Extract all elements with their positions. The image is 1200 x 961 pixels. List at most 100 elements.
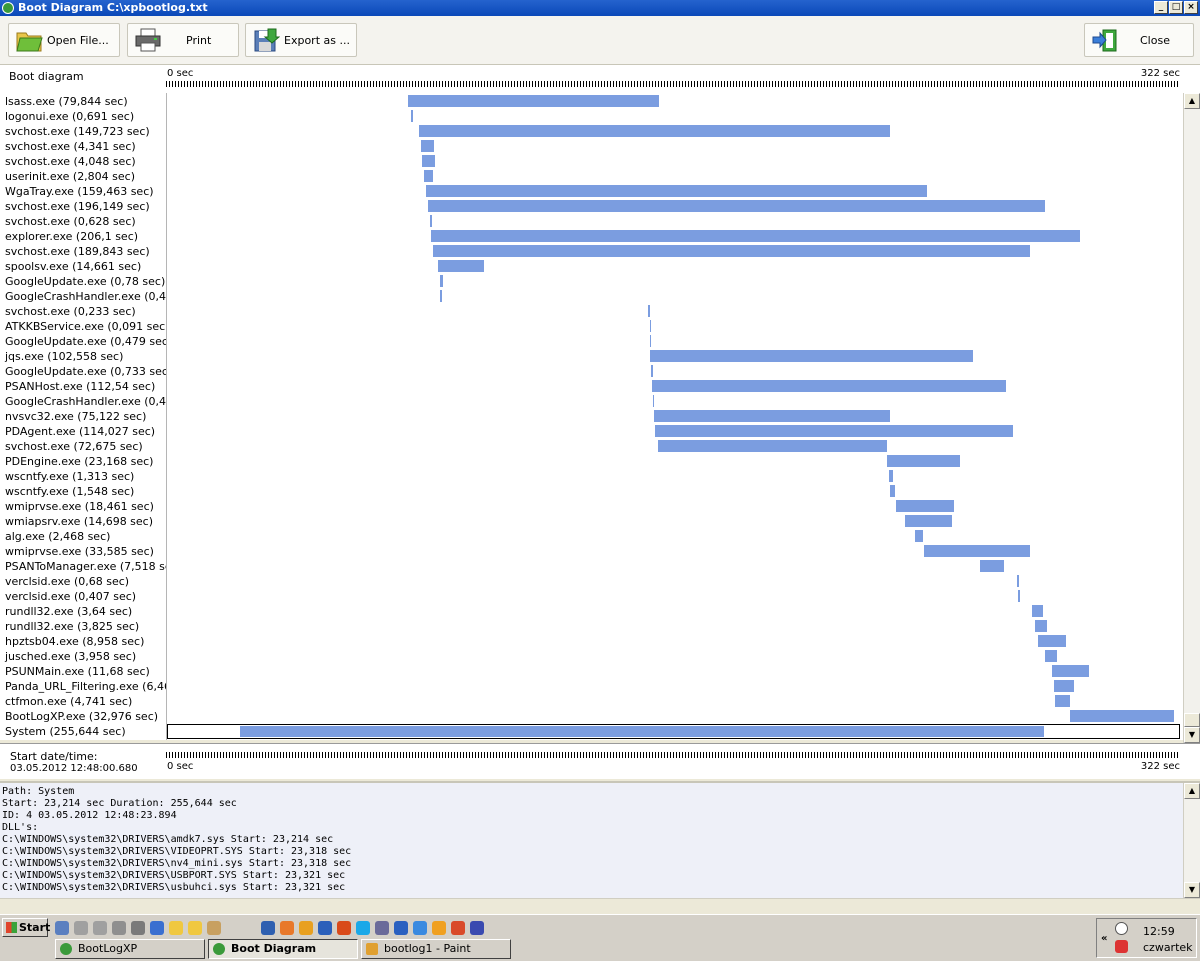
process-label[interactable]: svchost.exe (4,048 sec) <box>5 154 136 169</box>
sun-icon[interactable] <box>299 921 313 935</box>
process-bar[interactable] <box>648 305 650 317</box>
process-label[interactable]: userinit.exe (2,804 sec) <box>5 169 135 184</box>
process-bar[interactable] <box>914 530 923 542</box>
process-label[interactable]: jqs.exe (102,558 sec) <box>5 349 123 364</box>
process-bar[interactable] <box>896 500 955 512</box>
process-label[interactable]: svchost.exe (196,149 sec) <box>5 199 150 214</box>
process-label[interactable]: PSANToManager.exe (7,518 sec) <box>5 559 166 574</box>
process-bar[interactable] <box>1017 575 1020 587</box>
process-bar[interactable] <box>650 350 973 362</box>
process-bar[interactable] <box>652 395 655 407</box>
process-bar[interactable] <box>1069 710 1174 722</box>
process-bar[interactable] <box>437 260 484 272</box>
process-bar[interactable] <box>924 545 1030 557</box>
process-bar[interactable] <box>440 290 442 302</box>
process-bar[interactable] <box>980 560 1004 572</box>
process-bar[interactable] <box>432 245 1030 257</box>
print-button[interactable]: Print <box>127 23 239 57</box>
minimize-button[interactable]: _ <box>1154 1 1168 14</box>
cat-icon[interactable] <box>207 921 221 935</box>
process-bar[interactable] <box>1054 680 1075 692</box>
network-icon[interactable] <box>112 921 126 935</box>
close-window-button[interactable]: × <box>1184 1 1198 14</box>
close-button[interactable]: Close <box>1084 23 1194 57</box>
process-label[interactable]: svchost.exe (0,233 sec) <box>5 304 136 319</box>
process-label[interactable]: svchost.exe (4,341 sec) <box>5 139 136 154</box>
process-bar[interactable] <box>887 455 961 467</box>
open-file-button[interactable]: Open File... <box>8 23 120 57</box>
task-bootlogxp[interactable]: BootLogXP <box>55 939 205 959</box>
process-label[interactable]: nvsvc32.exe (75,122 sec) <box>5 409 146 424</box>
shield-icon[interactable] <box>1115 940 1128 953</box>
process-label[interactable]: logonui.exe (0,691 sec) <box>5 109 134 124</box>
media-icon[interactable] <box>337 921 351 935</box>
process-label[interactable]: hpztsb04.exe (8,958 sec) <box>5 634 144 649</box>
tray-expand-icon[interactable]: « <box>1101 933 1107 944</box>
desktop-icon[interactable] <box>261 921 275 935</box>
process-bar[interactable] <box>1018 590 1020 602</box>
process-bar[interactable] <box>649 320 651 332</box>
process-bar[interactable] <box>418 125 890 137</box>
scroll-down-icon[interactable]: ▼ <box>1184 727 1200 743</box>
process-label[interactable]: ATKKBService.exe (0,091 sec) <box>5 319 166 334</box>
process-label[interactable]: rundll32.exe (3,825 sec) <box>5 619 139 634</box>
process-bar[interactable] <box>1035 620 1048 632</box>
process-bar[interactable] <box>658 440 888 452</box>
start-button[interactable]: Start <box>2 918 50 937</box>
word-icon[interactable] <box>318 921 332 935</box>
process-bar[interactable] <box>428 200 1046 212</box>
chrome-icon[interactable] <box>451 921 465 935</box>
export-button[interactable]: Export as ... <box>245 23 357 57</box>
process-bar[interactable] <box>1037 635 1066 647</box>
process-label[interactable]: wscntfy.exe (1,313 sec) <box>5 469 134 484</box>
printer-icon[interactable] <box>131 921 145 935</box>
process-bar[interactable] <box>424 170 434 182</box>
process-label[interactable]: lsass.exe (79,844 sec) <box>5 94 128 109</box>
process-bar[interactable] <box>1031 605 1043 617</box>
ie-icon[interactable] <box>413 921 427 935</box>
process-bar[interactable] <box>649 335 652 347</box>
process-label[interactable]: wmiapsrv.exe (14,698 sec) <box>5 514 153 529</box>
skype-icon[interactable] <box>356 921 370 935</box>
details-scrollbar[interactable]: ▲ ▼ <box>1183 783 1200 898</box>
details-text[interactable]: Path: System Start: 23,214 sec Duration:… <box>2 786 1177 896</box>
edit-icon[interactable] <box>150 921 164 935</box>
process-bar[interactable] <box>420 140 435 152</box>
process-label[interactable]: PDAgent.exe (114,027 sec) <box>5 424 155 439</box>
process-bar[interactable] <box>1044 650 1058 662</box>
details-scroll-up-icon[interactable]: ▲ <box>1184 783 1200 799</box>
process-label[interactable]: GoogleUpdate.exe (0,733 sec) <box>5 364 166 379</box>
process-bar[interactable] <box>889 470 894 482</box>
process-bar[interactable] <box>652 380 1007 392</box>
process-bar[interactable] <box>440 275 443 287</box>
play-icon[interactable] <box>470 921 484 935</box>
task-paint[interactable]: bootlog1 - Paint <box>361 939 511 959</box>
clock-icon[interactable] <box>432 921 446 935</box>
process-label[interactable]: Panda_URL_Filtering.exe (6,46 <box>5 679 166 694</box>
panda-icon[interactable] <box>1115 922 1128 935</box>
process-label[interactable]: PSUNMain.exe (11,68 sec) <box>5 664 150 679</box>
process-label[interactable]: wscntfy.exe (1,548 sec) <box>5 484 134 499</box>
process-bar[interactable] <box>1051 665 1089 677</box>
process-label[interactable]: GoogleCrashHandler.exe (0,47 <box>5 289 166 304</box>
scroll-thumb[interactable] <box>1184 713 1200 727</box>
process-label[interactable]: WgaTray.exe (159,463 sec) <box>5 184 154 199</box>
folder-icon[interactable] <box>188 921 202 935</box>
process-bar[interactable] <box>650 365 654 377</box>
process-label[interactable]: svchost.exe (72,675 sec) <box>5 439 143 454</box>
folder-icon[interactable] <box>169 921 183 935</box>
process-label[interactable]: explorer.exe (206,1 sec) <box>5 229 138 244</box>
process-label[interactable]: BootLogXP.exe (32,976 sec) <box>5 709 158 724</box>
process-label[interactable]: ctfmon.exe (4,741 sec) <box>5 694 132 709</box>
process-label[interactable]: PSANHost.exe (112,54 sec) <box>5 379 155 394</box>
scroll-up-icon[interactable]: ▲ <box>1184 93 1200 109</box>
diagram-scrollbar[interactable]: ▲ ▼ <box>1183 93 1200 743</box>
process-label[interactable]: GoogleCrashHandler.exe (0,43 <box>5 394 166 409</box>
system-label[interactable]: System (255,644 sec) <box>5 724 126 739</box>
user-icon[interactable] <box>55 921 69 935</box>
drive-icon[interactable] <box>74 921 88 935</box>
process-label[interactable]: svchost.exe (189,843 sec) <box>5 244 150 259</box>
clock[interactable]: 12:59 <box>1143 925 1175 938</box>
maximize-button[interactable]: □ <box>1169 1 1183 14</box>
process-label[interactable]: GoogleUpdate.exe (0,479 sec) <box>5 334 166 349</box>
